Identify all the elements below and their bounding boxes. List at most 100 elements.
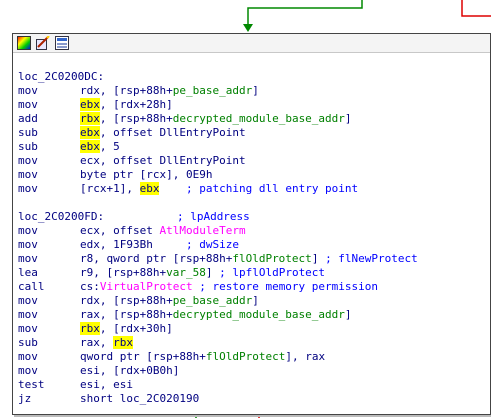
mnemonic[interactable]: mov <box>18 182 80 196</box>
mnemonic[interactable]: mov <box>18 84 80 98</box>
highlighted-register[interactable]: ebx <box>80 98 100 111</box>
location-label[interactable]: loc_2C0200FD: <box>18 210 104 223</box>
instruction-line[interactable]: jz short loc_2C020190 <box>18 392 490 406</box>
mnemonic[interactable]: mov <box>18 168 80 182</box>
edit-node-icon[interactable] <box>36 36 50 50</box>
operand-text[interactable]: ], rax <box>285 350 325 363</box>
symbol-name[interactable]: decrypted_module_base_addr <box>173 112 345 125</box>
symbol-name[interactable]: var_58 <box>166 266 206 279</box>
operand-text[interactable]: rax, [rsp+88h+ <box>80 308 173 321</box>
instruction-line[interactable]: mov ebx, [rdx+28h] <box>18 98 490 112</box>
operand-text[interactable]: esi, esi <box>80 378 133 391</box>
mnemonic[interactable]: test <box>18 378 80 392</box>
symbol-name[interactable]: flOldProtect <box>206 350 285 363</box>
symbol-name[interactable]: flOldProtect <box>232 252 311 265</box>
operand-text[interactable]: ] <box>206 266 219 279</box>
register[interactable]: rdx <box>80 84 100 97</box>
mnemonic[interactable]: jz <box>18 392 80 406</box>
mnemonic[interactable]: sub <box>18 336 80 350</box>
instruction-line[interactable]: mov byte ptr [rcx], 0E9h <box>18 168 490 182</box>
operand-text[interactable]: r8, qword ptr [rsp+88h+ <box>80 252 232 265</box>
imported-function[interactable]: AtlModuleTerm <box>159 224 245 237</box>
symbol-name[interactable]: pe_base_addr <box>173 294 252 307</box>
mnemonic[interactable]: mov <box>18 322 80 336</box>
instruction-line[interactable]: sub ebx, 5 <box>18 140 490 154</box>
operand-text[interactable]: byte ptr [rcx], 0E9h <box>80 168 212 181</box>
instruction-line[interactable]: mov rbx, [rdx+30h] <box>18 322 490 336</box>
instruction-line[interactable]: mov esi, [rdx+0B0h] <box>18 364 490 378</box>
highlighted-register[interactable]: rbx <box>80 322 100 335</box>
instruction-line[interactable]: mov qword ptr [rsp+88h+flOldProtect], rax <box>18 350 490 364</box>
mnemonic[interactable]: mov <box>18 294 80 308</box>
graph-node-basic-block[interactable]: loc_2C0200DC: mov rdx, [rsp+88h+pe_base_ad… <box>12 33 491 415</box>
mnemonic[interactable]: mov <box>18 238 80 252</box>
comment: ; lpflOldProtect <box>219 266 326 279</box>
operand-text[interactable]: , [rdx+28h] <box>100 98 173 111</box>
operand-text[interactable]: rax, <box>80 336 113 349</box>
operand-text[interactable]: cs: <box>80 280 100 293</box>
code-label-line[interactable]: loc_2C0200FD: ; lpAddress <box>18 210 490 224</box>
instruction-line[interactable]: mov edx, 1F93Bh ; dwSize <box>18 238 490 252</box>
comment: ; flNewProtect <box>325 252 418 265</box>
mnemonic[interactable]: lea <box>18 266 80 280</box>
operand-text[interactable]: short loc_2C020190 <box>80 392 199 405</box>
operand-text[interactable]: esi, [rdx+0B0h] <box>80 364 179 377</box>
operand-text[interactable]: edx, 1F93Bh <box>80 238 186 251</box>
operand-text[interactable]: ] <box>345 112 352 125</box>
location-label[interactable]: loc_2C0200DC: <box>18 70 104 83</box>
operand-text[interactable]: ] <box>252 84 259 97</box>
operand-text[interactable]: [rcx+1], <box>80 182 140 195</box>
highlighted-register[interactable]: ebx <box>80 140 100 153</box>
instruction-line[interactable]: sub rax, rbx <box>18 336 490 350</box>
operand-text[interactable]: ecx, offset <box>80 224 159 237</box>
operand-text[interactable]: r9, [rsp+88h+ <box>80 266 166 279</box>
operand-text[interactable]: qword ptr [rsp+88h+ <box>80 350 206 363</box>
group-nodes-icon[interactable] <box>55 36 69 50</box>
instruction-line[interactable]: mov [rcx+1], ebx ; patching dll entry poi… <box>18 182 490 196</box>
instruction-line[interactable]: test esi, esi <box>18 378 490 392</box>
instruction-line[interactable]: call cs:VirtualProtect ; restore memory p… <box>18 280 490 294</box>
instruction-line[interactable]: mov ecx, offset AtlModuleTerm <box>18 224 490 238</box>
highlighted-register[interactable]: rbx <box>80 112 100 125</box>
mnemonic[interactable]: sub <box>18 126 80 140</box>
instruction-line[interactable]: mov r8, qword ptr [rsp+88h+flOldProtect] … <box>18 252 490 266</box>
mnemonic[interactable]: mov <box>18 98 80 112</box>
operand-text[interactable]: rdx, [rsp+88h+ <box>80 294 173 307</box>
highlighted-register[interactable]: ebx <box>139 182 160 195</box>
mnemonic[interactable]: sub <box>18 140 80 154</box>
mnemonic[interactable]: add <box>18 112 80 126</box>
mnemonic[interactable]: mov <box>18 350 80 364</box>
operand-text[interactable]: ] <box>345 308 352 321</box>
instruction-line[interactable]: mov ecx, offset DllEntryPoint <box>18 154 490 168</box>
mnemonic[interactable]: mov <box>18 224 80 238</box>
instruction-line[interactable]: add rbx, [rsp+88h+decrypted_module_base_a… <box>18 112 490 126</box>
operand-text[interactable]: , [rsp+88h+ <box>100 112 173 125</box>
mnemonic[interactable]: call <box>18 280 80 294</box>
highlighted-register[interactable]: rbx <box>113 336 133 349</box>
instruction-line[interactable]: sub ebx, offset DllEntryPoint <box>18 126 490 140</box>
operand-text[interactable]: , [rsp+88h+ <box>100 84 173 97</box>
operand-text[interactable] <box>104 210 177 223</box>
instruction-line[interactable]: mov rdx, [rsp+88h+pe_base_addr] <box>18 84 490 98</box>
instruction-line[interactable]: mov rax, [rsp+88h+decrypted_module_base_a… <box>18 308 490 322</box>
operand-text[interactable]: , [rdx+30h] <box>100 322 173 335</box>
operand-text[interactable]: ] <box>252 294 259 307</box>
mnemonic[interactable]: mov <box>18 364 80 378</box>
mnemonic[interactable]: mov <box>18 252 80 266</box>
instruction-line[interactable]: mov rdx, [rsp+88h+pe_base_addr] <box>18 294 490 308</box>
mnemonic[interactable]: mov <box>18 154 80 168</box>
instruction-line[interactable]: lea r9, [rsp+88h+var_58] ; lpflOldProtect <box>18 266 490 280</box>
mnemonic[interactable]: mov <box>18 308 80 322</box>
highlighted-register[interactable]: ebx <box>80 126 100 139</box>
operand-text[interactable]: , offset DllEntryPoint <box>100 126 246 139</box>
code-label-line[interactable]: loc_2C0200DC: <box>18 70 490 84</box>
operand-text[interactable]: ecx, offset DllEntryPoint <box>80 154 246 167</box>
symbol-name[interactable]: decrypted_module_base_addr <box>173 308 345 321</box>
color-palette-icon[interactable] <box>17 36 31 50</box>
imported-function[interactable]: VirtualProtect <box>100 280 193 293</box>
operand-text[interactable]: ] <box>312 252 325 265</box>
operand-text[interactable]: , 5 <box>100 140 120 153</box>
symbol-name[interactable]: pe_base_addr <box>173 84 252 97</box>
operand-text[interactable] <box>159 182 186 195</box>
edge-green-arrowhead <box>243 24 253 32</box>
